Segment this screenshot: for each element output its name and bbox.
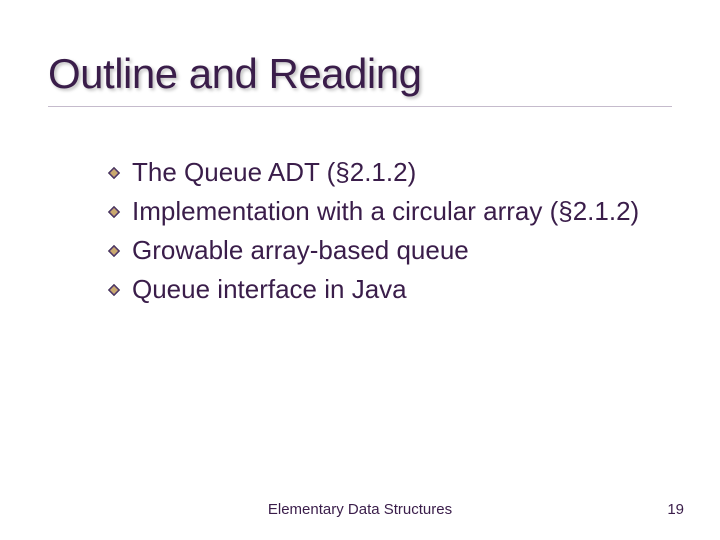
- bullet-text: The Queue ADT (§2.1.2): [132, 155, 416, 190]
- bullet-text: Queue interface in Java: [132, 272, 407, 307]
- diamond-bullet-icon: [106, 282, 122, 298]
- bullet-list: The Queue ADT (§2.1.2) Implementation wi…: [48, 155, 672, 307]
- slide: Outline and Reading The Queue ADT (§2.1.…: [0, 0, 720, 540]
- bullet-text: Growable array-based queue: [132, 233, 469, 268]
- bullet-text: Implementation with a circular array (§2…: [132, 194, 639, 229]
- page-number: 19: [667, 501, 684, 518]
- diamond-bullet-icon: [106, 204, 122, 220]
- diamond-bullet-icon: [106, 243, 122, 259]
- list-item: Implementation with a circular array (§2…: [106, 194, 652, 229]
- page-title: Outline and Reading: [48, 50, 672, 107]
- list-item: Growable array-based queue: [106, 233, 652, 268]
- diamond-bullet-icon: [106, 165, 122, 181]
- list-item: The Queue ADT (§2.1.2): [106, 155, 652, 190]
- footer-text: Elementary Data Structures: [0, 501, 720, 518]
- list-item: Queue interface in Java: [106, 272, 652, 307]
